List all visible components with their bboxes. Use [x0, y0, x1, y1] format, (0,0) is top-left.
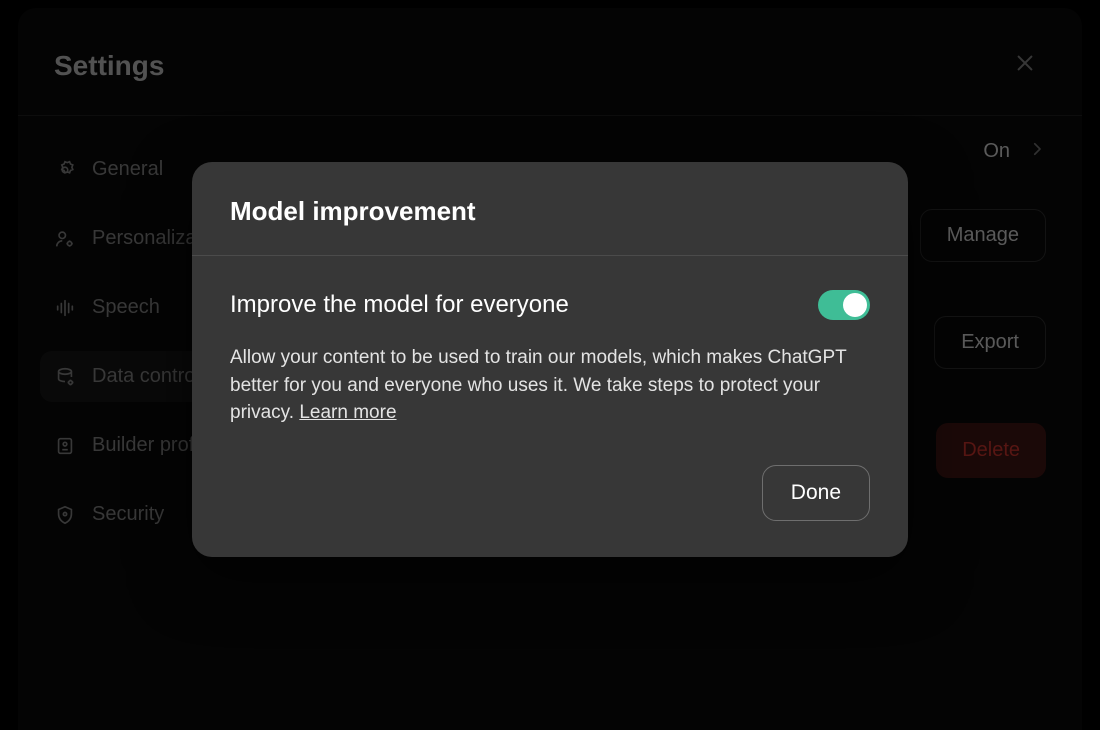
modal-footer: Done: [192, 455, 908, 557]
modal-title: Model improvement: [230, 196, 870, 227]
toggle-knob: [843, 293, 867, 317]
modal-description: Allow your content to be used to train o…: [230, 344, 870, 427]
improve-model-toggle-row: Improve the model for everyone: [230, 290, 870, 320]
done-button[interactable]: Done: [762, 465, 870, 521]
model-improvement-modal: Model improvement Improve the model for …: [192, 162, 908, 557]
learn-more-link[interactable]: Learn more: [299, 402, 396, 423]
improve-model-toggle[interactable]: [818, 290, 870, 320]
modal-body: Improve the model for everyone Allow you…: [192, 256, 908, 455]
toggle-label: Improve the model for everyone: [230, 291, 569, 319]
modal-header: Model improvement: [192, 162, 908, 256]
modal-overlay[interactable]: Model improvement Improve the model for …: [0, 0, 1100, 730]
